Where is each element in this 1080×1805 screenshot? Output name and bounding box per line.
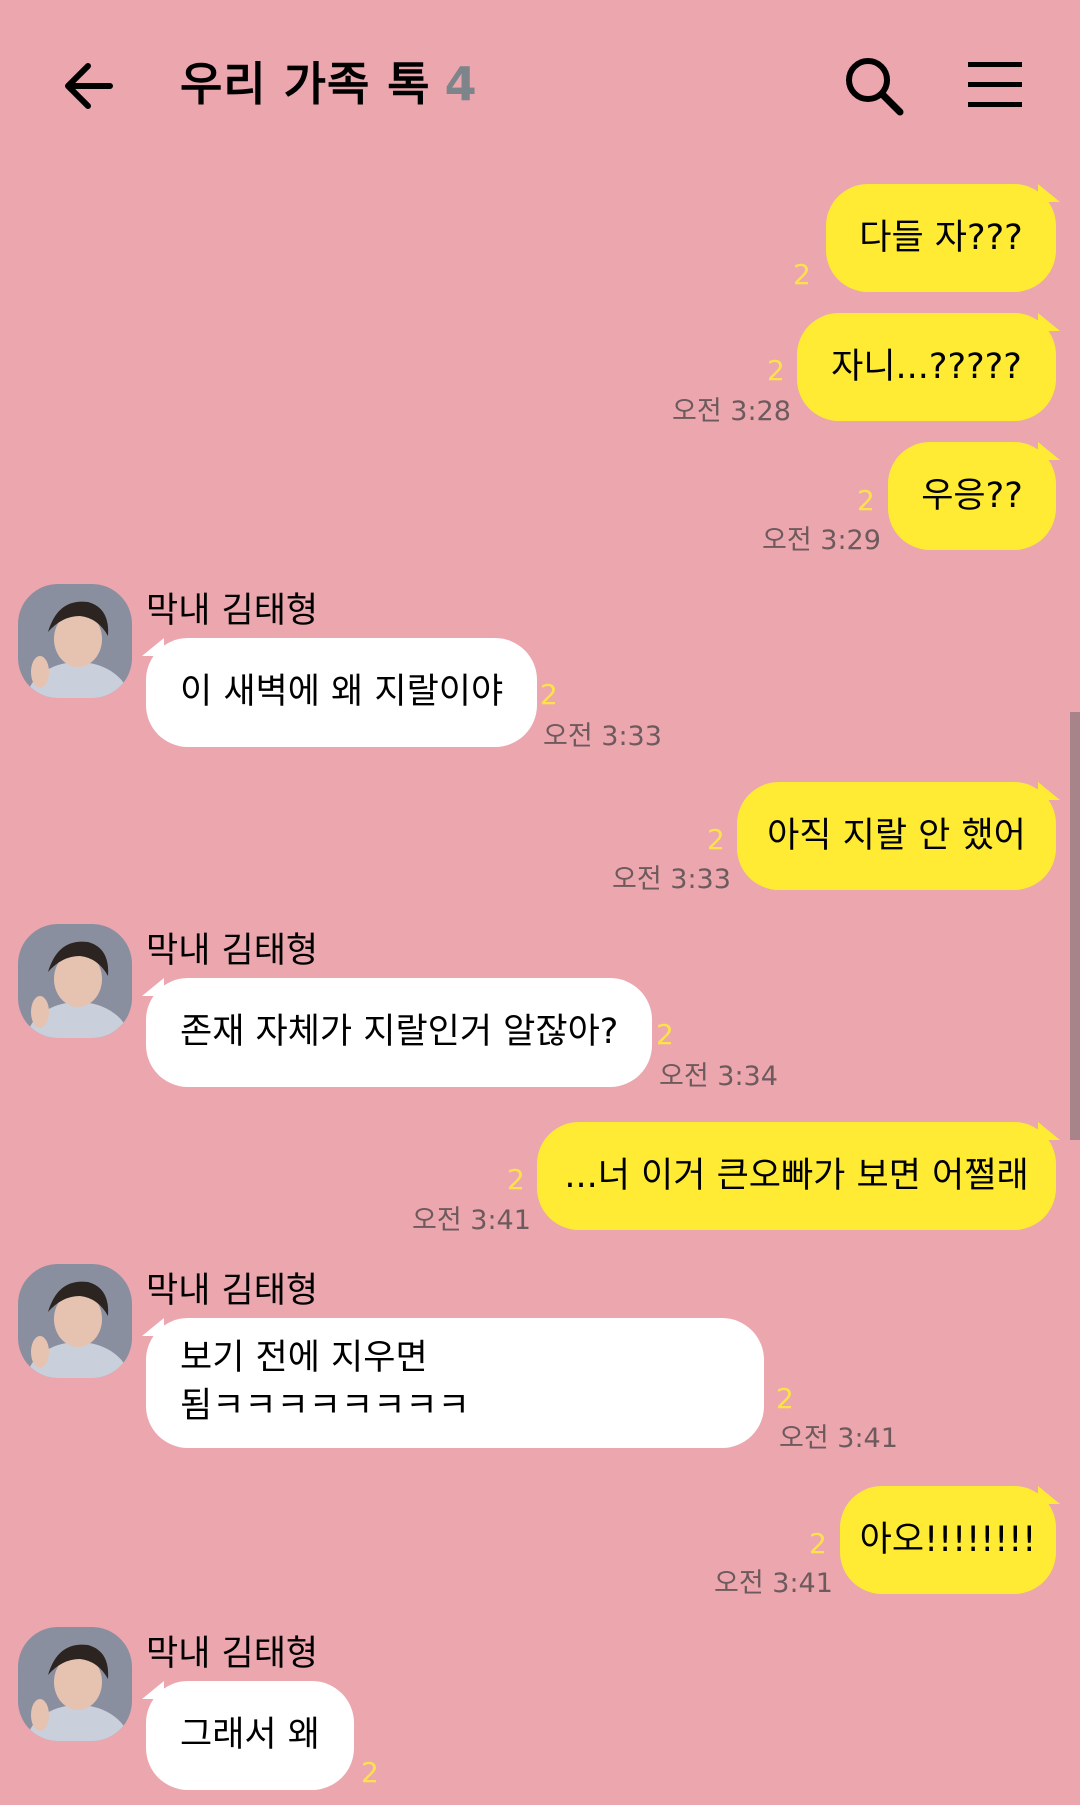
message-time: 오전 3:34	[659, 1061, 778, 1092]
hamburger-menu-icon	[968, 62, 1022, 107]
back-button[interactable]	[58, 56, 118, 116]
chat-room-name: 우리 가족 톡	[180, 57, 431, 111]
chat-title: 우리 가족 톡4	[180, 48, 478, 114]
sender-name: 막내 김태형	[146, 1271, 319, 1311]
sender-name: 막내 김태형	[146, 1634, 319, 1674]
message-time: 오전 3:41	[412, 1205, 531, 1236]
unread-count: 2	[507, 1163, 525, 1196]
unread-count: 2	[793, 258, 811, 291]
unread-count: 2	[656, 1018, 674, 1051]
bubble-tail	[142, 978, 164, 996]
message-bubble[interactable]: 다들 자???	[826, 184, 1056, 292]
bubble-tail	[142, 1681, 164, 1699]
menu-button[interactable]	[966, 60, 1024, 110]
chat-header: 우리 가족 톡4	[0, 0, 1080, 170]
bubble-tail	[1038, 1122, 1060, 1140]
sender-name: 막내 김태형	[146, 931, 319, 971]
bubble-tail	[1038, 1486, 1060, 1504]
message-bubble[interactable]: 아직 지랄 안 했어	[737, 782, 1056, 890]
message-bubble[interactable]: 아오!!!!!!!!	[840, 1486, 1056, 1594]
message-time: 오전 3:41	[714, 1568, 833, 1599]
message-text-line-2: 됨ㅋㅋㅋㅋㅋㅋㅋㅋ	[180, 1386, 470, 1426]
bubble-tail	[142, 1318, 164, 1336]
profile-photo	[18, 1264, 132, 1378]
unread-count: 2	[809, 1527, 827, 1560]
avatar[interactable]	[18, 924, 132, 1038]
bubble-tail	[1038, 782, 1060, 800]
message-text: 존재 자체가 지랄인거 알잖아?	[180, 1012, 619, 1052]
message-text: 다들 자???	[859, 218, 1023, 258]
unread-count: 2	[857, 484, 875, 517]
unread-count: 2	[540, 678, 558, 711]
message-bubble[interactable]: 우응??	[888, 442, 1056, 550]
message-text: 이 새벽에 왜 지랄이야	[180, 672, 504, 712]
message-bubble[interactable]: 자니...?????	[797, 313, 1056, 421]
arrow-left-icon	[65, 63, 113, 109]
message-text: 아직 지랄 안 했어	[767, 816, 1026, 856]
message-bubble[interactable]: ...너 이거 큰오빠가 보면 어쩔래	[537, 1122, 1056, 1230]
unread-count: 2	[361, 1756, 379, 1789]
message-bubble[interactable]: 보기 전에 지우면 됨ㅋㅋㅋㅋㅋㅋㅋㅋ	[146, 1318, 764, 1448]
unread-count: 2	[707, 823, 725, 856]
bubble-tail	[1038, 313, 1060, 331]
bubble-tail	[142, 638, 164, 656]
avatar[interactable]	[18, 584, 132, 698]
message-text: 그래서 왜	[180, 1715, 320, 1755]
message-time: 오전 3:33	[543, 721, 662, 752]
message-text: 우응??	[921, 476, 1023, 516]
message-text: ...너 이거 큰오빠가 보면 어쩔래	[564, 1156, 1029, 1196]
profile-photo	[18, 1627, 132, 1741]
message-text-line-1: 보기 전에 지우면	[180, 1338, 428, 1378]
bubble-tail	[1038, 442, 1060, 460]
scrollbar[interactable]	[1070, 712, 1080, 1140]
message-text: 자니...?????	[831, 347, 1022, 387]
unread-count: 2	[767, 354, 785, 387]
avatar[interactable]	[18, 1264, 132, 1378]
unread-count: 2	[776, 1382, 794, 1415]
message-text: 아오!!!!!!!!	[859, 1520, 1037, 1560]
message-time: 오전 3:28	[672, 396, 791, 427]
member-count: 4	[444, 57, 478, 111]
message-time: 오전 3:41	[779, 1423, 898, 1454]
message-bubble[interactable]: 그래서 왜	[146, 1681, 354, 1790]
profile-photo	[18, 584, 132, 698]
search-button[interactable]	[842, 54, 906, 118]
message-bubble[interactable]: 이 새벽에 왜 지랄이야	[146, 638, 538, 747]
bubble-tail	[1038, 184, 1060, 202]
avatar[interactable]	[18, 1627, 132, 1741]
message-time: 오전 3:33	[612, 864, 731, 895]
message-bubble[interactable]: 존재 자체가 지랄인거 알잖아?	[146, 978, 653, 1087]
profile-photo	[18, 924, 132, 1038]
sender-name: 막내 김태형	[146, 591, 319, 631]
message-time: 오전 3:29	[762, 525, 881, 556]
search-icon	[846, 58, 904, 116]
